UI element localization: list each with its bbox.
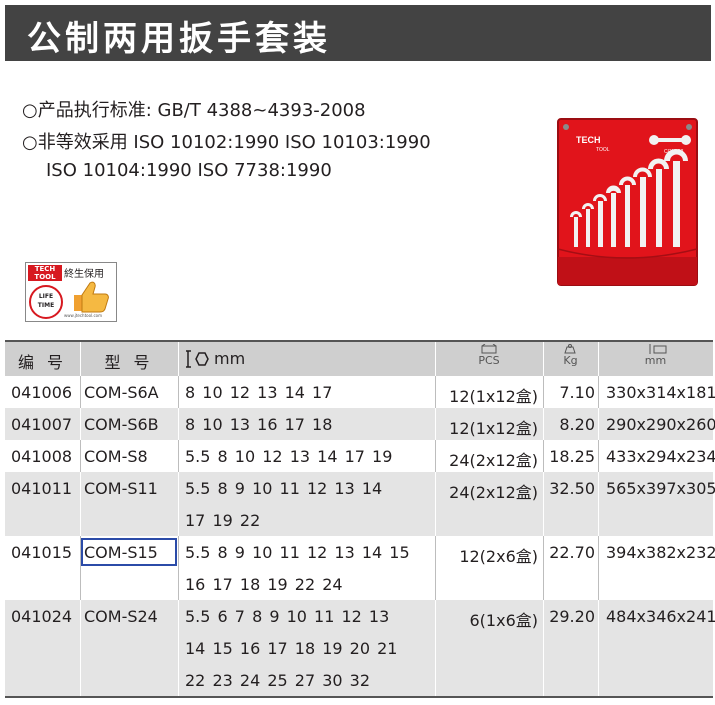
row-kg: 32.50 <box>549 479 595 498</box>
row-code: 041006 <box>11 383 73 402</box>
header-sizes: mm <box>178 342 435 376</box>
header-pcs: PCS <box>435 342 543 376</box>
title-bar: 公制两用扳手套装 <box>5 5 711 61</box>
table-row: 041006 COM-S6A 8 10 12 13 14 17 12(1x12盒… <box>5 376 715 408</box>
lifetime-seal: LIFE TIME <box>29 285 63 319</box>
row-kg: 7.10 <box>559 383 595 402</box>
product-image: TECH TOOL COM-S8 <box>557 118 698 286</box>
header-kg: Kg <box>543 342 598 376</box>
brand-logo: TECH TOOL <box>28 265 62 281</box>
standard-line-2: ○非等效采用 ISO 10102:1990 ISO 10103:1990 <box>22 132 431 153</box>
table-row: 041008 COM-S8 5.5 8 10 12 13 14 17 19 24… <box>5 440 715 472</box>
table-row: 041011 COM-S11 5.5 8 9 10 11 12 13 14 17… <box>5 472 715 536</box>
row-kg: 8.20 <box>559 415 595 434</box>
row-model: COM-S6A <box>84 383 159 402</box>
product-brand: TECH <box>576 135 601 145</box>
row-sizes: 5.5 8 9 10 11 12 13 14 <box>185 479 383 498</box>
selected-model-highlight[interactable] <box>81 538 177 566</box>
warranty-caption: 終生保用 <box>64 269 104 280</box>
badge-url: www.jtechtool.com <box>64 313 102 318</box>
row-sizes: 17 19 22 <box>185 511 261 530</box>
wrench-size-icon <box>186 350 209 368</box>
svg-text:TOOL: TOOL <box>596 147 610 153</box>
table-header: 编 号 型 号 mm PCS Kg mm <box>5 340 713 376</box>
row-model: COM-S24 <box>84 607 158 626</box>
row-dims: 394x382x232 <box>606 543 715 562</box>
row-code: 041007 <box>11 415 73 434</box>
row-model: COM-S6B <box>84 415 159 434</box>
sizes-unit: mm <box>214 349 246 368</box>
row-sizes: 5.5 6 7 8 9 10 11 12 13 <box>185 607 390 626</box>
row-dims: 330x314x181 <box>606 383 715 402</box>
row-sizes: 22 23 24 25 27 30 32 <box>185 671 371 690</box>
weight-icon <box>564 344 576 354</box>
row-code: 041011 <box>11 479 73 498</box>
row-pcs: 12(1x12盒) <box>449 419 538 438</box>
row-model: COM-S11 <box>84 479 158 498</box>
row-model: COM-S8 <box>84 447 148 466</box>
thumbs-up-icon <box>74 281 109 313</box>
row-pcs: 12(2x6盒) <box>459 547 538 566</box>
row-dims: 565x397x305 <box>606 479 715 498</box>
header-dims: mm <box>598 342 713 376</box>
header-model: 型 号 <box>104 353 154 372</box>
row-dims: 290x290x260 <box>606 415 715 434</box>
row-sizes: 5.5 8 9 10 11 12 13 14 15 <box>185 543 410 562</box>
table-row: 041007 COM-S6B 8 10 13 16 17 18 12(1x12盒… <box>5 408 715 440</box>
row-kg: 18.25 <box>549 447 595 466</box>
row-pcs: 24(2x12盒) <box>449 483 538 502</box>
row-code: 041015 <box>11 543 73 562</box>
row-code: 041024 <box>11 607 73 626</box>
table-row: 041024 COM-S24 5.5 6 7 8 9 10 11 12 13 1… <box>5 600 715 696</box>
row-sizes: 16 17 18 19 22 24 <box>185 575 343 594</box>
table-row: 041015 COM-S15 5.5 8 9 10 11 12 13 14 15… <box>5 536 715 600</box>
carton-icon <box>649 344 667 354</box>
row-sizes: 8 10 12 13 14 17 <box>185 383 333 402</box>
header-code: 编 号 <box>17 353 68 372</box>
standard-line-3: ISO 10104:1990 ISO 7738:1990 <box>46 160 332 181</box>
row-code: 041008 <box>11 447 73 466</box>
row-pcs: 12(1x12盒) <box>449 387 538 406</box>
page-title: 公制两用扳手套装 <box>27 19 331 59</box>
standard-line-1: ○产品执行标准: GB/T 4388~4393-2008 <box>22 100 366 121</box>
row-dims: 484x346x241 <box>606 607 715 626</box>
row-sizes: 5.5 8 10 12 13 14 17 19 <box>185 447 393 466</box>
lifetime-warranty-badge: TECH TOOL LIFE TIME 終生保用 www.jtechtool.c… <box>25 262 117 322</box>
row-kg: 22.70 <box>549 543 595 562</box>
row-kg: 29.20 <box>549 607 595 626</box>
row-sizes: 14 15 16 17 18 19 20 21 <box>185 639 398 658</box>
row-pcs: 24(2x12盒) <box>449 451 538 470</box>
box-icon <box>481 344 497 354</box>
row-pcs: 6(1x6盒) <box>469 611 539 630</box>
row-dims: 433x294x234 <box>606 447 715 466</box>
table-bottom-border <box>5 696 713 698</box>
row-sizes: 8 10 13 16 17 18 <box>185 415 333 434</box>
